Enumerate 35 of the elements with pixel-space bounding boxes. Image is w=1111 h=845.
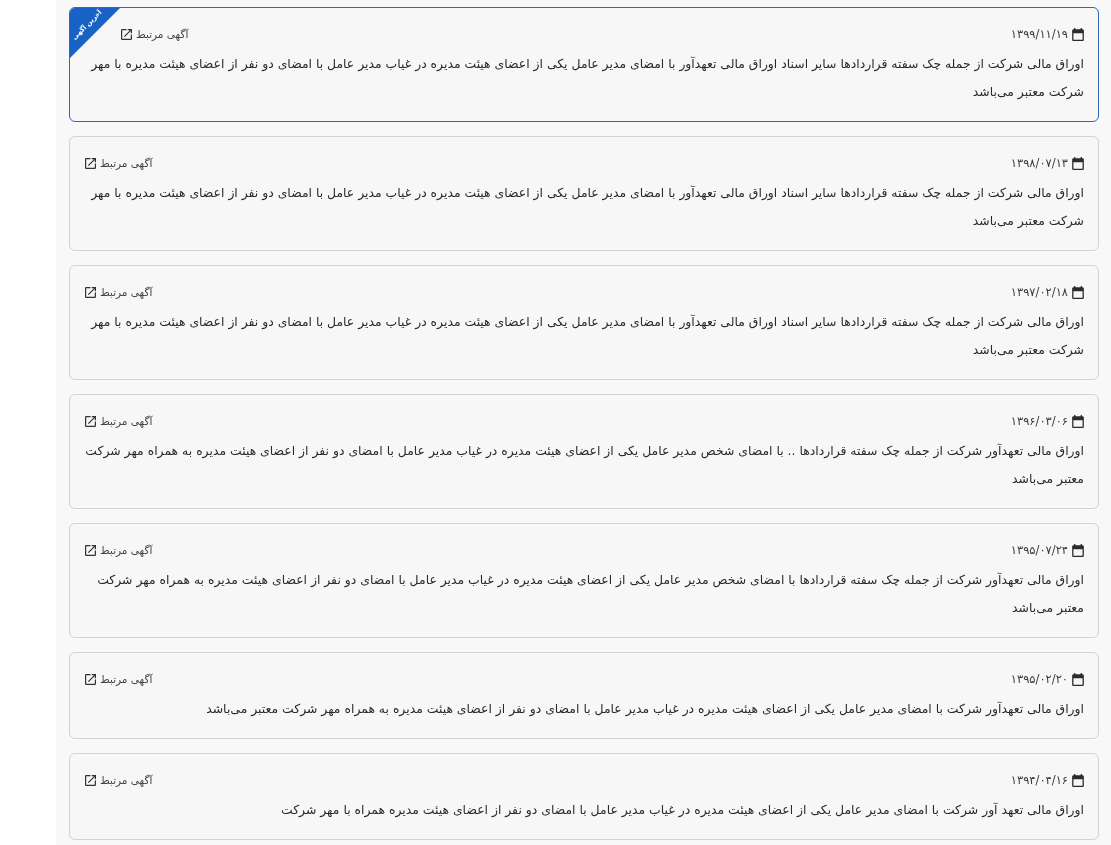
description-text: اوراق مالی شرکت از جمله چک سفته قراردادها سایر اسناد اوراق مالی تعهدآور با امضای مدیر عامل یکی از اعضای هیئت مدیره در غیاب مدیر عامل با امضای دو نفر از اعضای هیئت مدیره با مهر شرکت معتبر می‌باشد	[89, 55, 1084, 102]
date-text: ۱۳۹۹/۱۱/۱۹	[1010, 26, 1068, 42]
description-text: اوراق مالی شرکت از جمله چک سفته قراردادها سایر اسناد اوراق مالی تعهدآور با امضای مدیر عامل یکی از اعضای هیئت مدیره در غیاب مدیر عامل با امضای دو نفر از اعضای هیئت مدیره با مهر شرکت معتبر می‌باشد	[89, 313, 1084, 360]
external-link-icon	[85, 415, 96, 427]
external-link-icon	[85, 774, 96, 786]
description-text: اوراق مالی تعهدآور شرکت با امضای مدیر عامل یکی از اعضای هیئت مدیره در غیاب مدیر عامل با امضای دو نفر از اعضای هیئت مدیره به همراه مهر شرکت معتبر می‌باشد	[205, 700, 1084, 719]
external-link-icon	[85, 157, 96, 169]
date-text: ۱۳۹۶/۰۳/۰۶	[1010, 413, 1068, 429]
related-ad-link[interactable]: آگهی مرتبط	[121, 26, 189, 42]
calendar-icon	[1072, 672, 1084, 686]
calendar-icon	[1072, 414, 1084, 428]
date-text: ۱۳۹۸/۰۷/۱۳	[1010, 155, 1068, 171]
description-text: اوراق مالی تعهد آور شرکت با امضای مدیر عامل یکی از اعضای هیئت مدیره در غیاب مدیر عامل با امضای دو نفر از اعضای هیئت مدیره همراه با مهر شرکت	[280, 801, 1084, 820]
related-ad-link[interactable]: آگهی مرتبط	[85, 413, 153, 429]
date-text: ۱۳۹۵/۰۲/۲۰	[1010, 671, 1068, 687]
date-text: ۱۳۹۵/۰۷/۲۴	[1010, 542, 1068, 558]
related-ad-link[interactable]: آگهی مرتبط	[85, 671, 153, 687]
description-text: اوراق مالی تعهدآور شرکت از جمله چک سفته قراردادها .. با امضای شخص مدیر عامل یکی از اعضای هیئت مدیره در غیاب مدیر عامل با امضای دو نفر از اعضای هیئت مدیره به همراه مهر شرکت معتبر می‌باشد	[85, 442, 1084, 488]
calendar-icon	[1072, 543, 1084, 557]
calendar-icon	[1072, 773, 1084, 787]
calendar-icon	[1072, 27, 1084, 41]
external-link-icon	[85, 673, 96, 685]
related-ad-link[interactable]: آگهی مرتبط	[85, 284, 153, 300]
description-text: اوراق مالی تعهدآور شرکت از جمله چک سفته قراردادها با امضای شخص مدیر عامل یکی از اعضای هیئت مدیره در غیاب مدیر عامل با امضای دو نفر از اعضای هیئت مدیره به همراه مهر شرکت معتبر می‌باشد	[96, 571, 1084, 617]
calendar-icon	[1072, 285, 1084, 299]
external-link-icon	[85, 286, 96, 298]
related-ad-link[interactable]: آگهی مرتبط	[85, 155, 153, 171]
external-link-icon	[121, 28, 132, 40]
external-link-icon	[85, 544, 96, 556]
calendar-icon	[1072, 156, 1084, 170]
description-text: اوراق مالی شرکت از جمله چک سفته قراردادها سایر اسناد اوراق مالی تعهدآور با امضای مدیر عامل یکی از اعضای هیئت مدیره در غیاب مدیر عامل با امضای دو نفر از اعضای هیئت مدیره با مهر شرکت معتبر می‌باشد	[89, 184, 1084, 231]
date-text: ۱۳۹۷/۰۲/۱۸	[1010, 284, 1068, 300]
date-text: ۱۳۹۴/۰۴/۱۶	[1010, 772, 1068, 788]
related-ad-link[interactable]: آگهی مرتبط	[85, 772, 153, 788]
related-ad-link[interactable]: آگهی مرتبط	[85, 542, 153, 558]
